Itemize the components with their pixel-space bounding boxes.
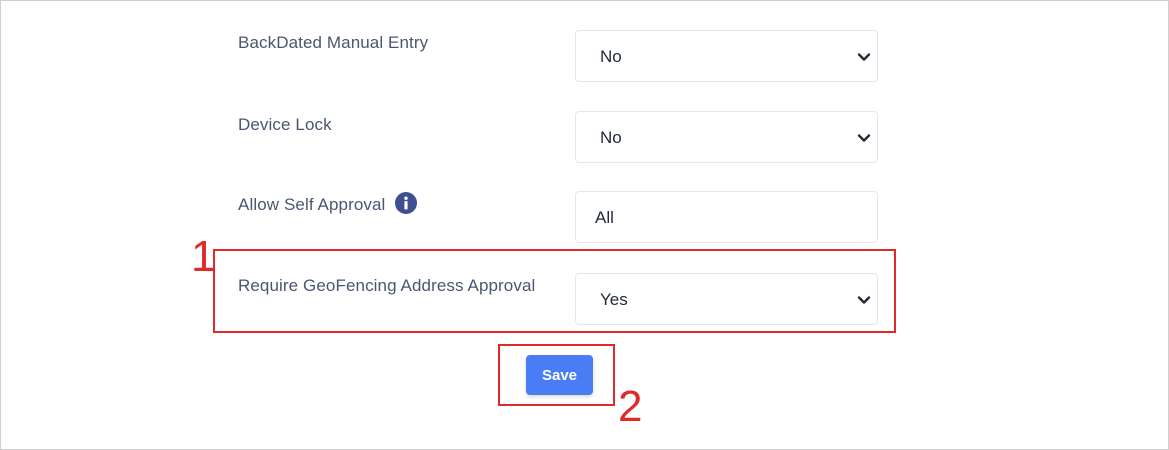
device-lock-value: No bbox=[600, 128, 622, 147]
step-1-number: 1 bbox=[191, 232, 216, 281]
backdated-manual-entry-label: BackDated Manual Entry bbox=[238, 33, 429, 52]
settings-panel: BackDated Manual Entry No Device Lock No… bbox=[0, 0, 1169, 450]
step-1-highlight-box bbox=[213, 249, 896, 333]
allow-self-approval-field[interactable]: All bbox=[575, 191, 878, 243]
info-circle-icon[interactable] bbox=[395, 192, 418, 214]
step-2-number: 2 bbox=[618, 382, 643, 431]
chevron-down-icon bbox=[857, 134, 871, 142]
backdated-manual-entry-select[interactable]: No bbox=[575, 30, 878, 82]
chevron-down-icon bbox=[857, 53, 871, 61]
allow-self-approval-text: Allow Self Approval bbox=[238, 195, 386, 214]
device-lock-select[interactable]: No bbox=[575, 111, 878, 163]
step-2-highlight-box bbox=[498, 344, 615, 406]
device-lock-label: Device Lock bbox=[238, 115, 332, 134]
backdated-manual-entry-value: No bbox=[600, 47, 622, 66]
allow-self-approval-value: All bbox=[595, 208, 614, 227]
allow-self-approval-label: Allow Self Approval bbox=[238, 191, 418, 218]
